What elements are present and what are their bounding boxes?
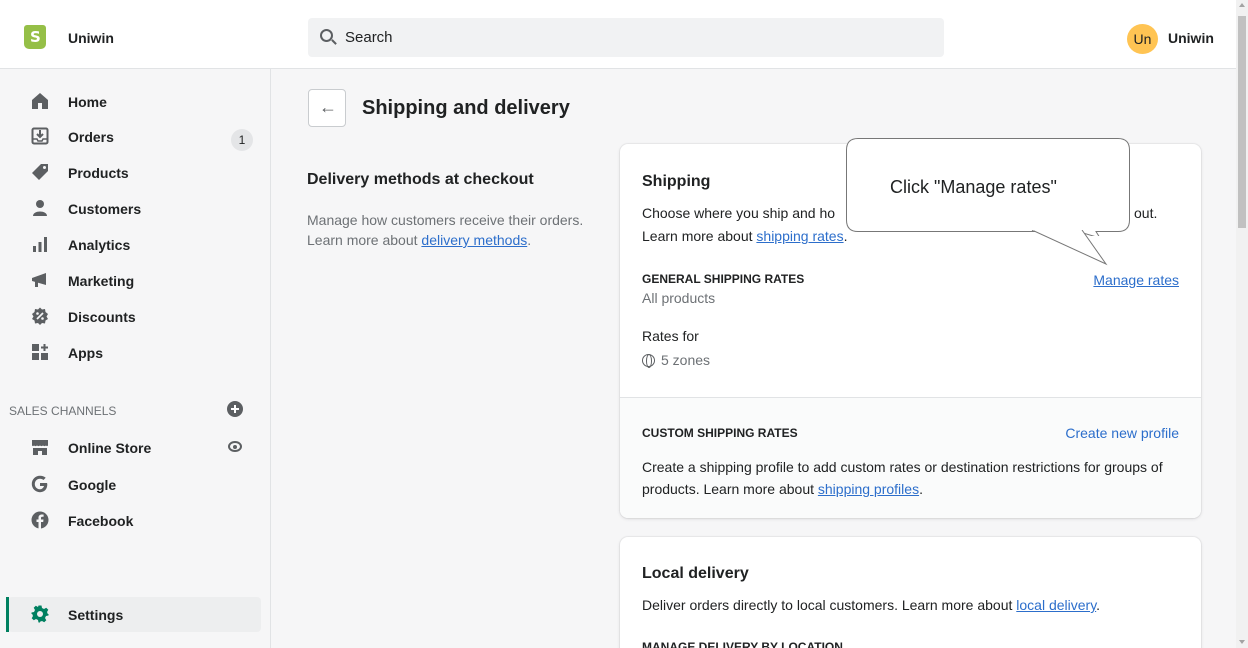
sidebar-item-label: Facebook [68,513,134,529]
sidebar-item-analytics[interactable]: Analytics [0,229,271,261]
create-new-profile-link[interactable]: Create new profile [1065,425,1179,441]
sidebar-item-home[interactable]: Home [0,86,271,118]
delivery-methods-description: Manage how customers receive their order… [307,210,587,250]
general-rates-subtitle: All products [642,290,716,306]
local-delivery-title: Local delivery [642,565,749,582]
rates-for-label: Rates for [642,328,699,344]
manage-rates-link[interactable]: Manage rates [1093,272,1179,288]
scroll-down-arrow-icon[interactable] [1239,640,1245,644]
scroll-thumb[interactable] [1238,16,1246,228]
sidebar-item-customers[interactable]: Customers [0,193,271,225]
globe-icon [642,354,655,368]
google-icon [31,475,49,493]
arrow-left-icon: ← [319,97,337,117]
sidebar-item-label: Google [68,477,117,493]
sidebar-item-settings[interactable]: Settings [6,597,261,632]
search-placeholder: Search [345,29,393,46]
callout-pointer [1031,230,1108,266]
description-text: Choose where you ship and ho [642,205,836,221]
sidebar-item-marketing[interactable]: Marketing [0,265,271,297]
description-text: Learn more about [642,228,757,244]
delivery-methods-link[interactable]: delivery methods [421,232,527,248]
general-shipping-rates-heading: GENERAL SHIPPING RATES [642,272,805,286]
gear-icon [31,605,49,623]
store-icon [31,438,49,456]
discount-icon [31,307,49,325]
custom-rates-description: Create a shipping profile to add custom … [642,456,1182,500]
bar-chart-icon [31,235,49,253]
facebook-icon [31,511,49,529]
callout-text: Click "Manage rates" [890,177,1057,197]
sidebar-item-label: Orders [68,129,114,145]
sidebar-item-label: Marketing [68,273,135,289]
sidebar-item-facebook[interactable]: Facebook [0,505,271,537]
avatar[interactable]: Un [1127,24,1158,54]
person-icon [31,199,49,217]
sidebar-item-google[interactable]: Google [0,469,271,501]
back-button[interactable]: ← [308,89,346,127]
zones-text: 5 zones [661,352,711,368]
tag-icon [31,163,49,181]
local-delivery-description: Deliver orders directly to local custome… [642,597,1100,613]
home-icon [31,92,49,110]
orders-icon [31,127,49,145]
search-icon [320,29,333,42]
description-suffix: . [919,481,923,497]
shipping-description-line2: Learn more about shipping rates. [642,228,847,244]
store-name[interactable]: Uniwin [68,30,114,46]
megaphone-icon [31,271,49,289]
search-input[interactable]: Search [308,18,944,57]
active-indicator [6,597,9,632]
sidebar-item-label: Online Store [68,440,152,456]
sales-channels-title: SALES CHANNELS [9,404,117,418]
sidebar-item-label: Discounts [68,309,136,325]
sidebar-item-products[interactable]: Products [0,157,271,189]
sidebar-item-label: Apps [68,345,103,361]
sidebar-item-label: Home [68,94,107,110]
custom-shipping-rates-heading: CUSTOM SHIPPING RATES [642,426,798,440]
orders-count-badge: 1 [231,129,253,151]
top-bar: Uniwin Search Un Uniwin [0,0,1236,69]
local-delivery-card: Local delivery Deliver orders directly t… [620,537,1201,648]
description-suffix: . [527,232,532,248]
shipping-card-title: Shipping [642,173,711,190]
add-sales-channel-plus-icon[interactable] [227,401,243,417]
sidebar-item-orders[interactable]: Orders 1 [0,121,271,153]
shipping-rates-link[interactable]: shipping rates [756,228,843,244]
description-end: out. [1134,205,1158,221]
scroll-up-arrow-icon[interactable] [1239,3,1245,7]
delivery-methods-heading: Delivery methods at checkout [307,171,534,188]
zones-count: 5 zones [642,352,710,368]
description-suffix: . [1096,597,1101,613]
shipping-description-line1: Choose where you ship and ho out. [642,205,1157,221]
sidebar: Home Orders 1 Products Customers Analyti… [0,69,271,648]
custom-shipping-rates-section: CUSTOM SHIPPING RATES Create new profile… [620,397,1201,518]
view-store-eye-icon[interactable] [228,441,242,452]
user-name[interactable]: Uniwin [1168,30,1214,46]
sidebar-item-label: Settings [68,607,124,623]
manage-delivery-by-location-heading: MANAGE DELIVERY BY LOCATION [642,640,843,648]
sidebar-item-label: Products [68,165,129,181]
shipping-profiles-link[interactable]: shipping profiles [818,481,919,497]
apps-icon [31,343,49,361]
sidebar-item-label: Analytics [68,237,131,253]
local-delivery-link[interactable]: local delivery [1016,597,1096,613]
sidebar-item-label: Customers [68,201,142,217]
page-scrollbar[interactable] [1236,0,1248,648]
shopify-logo-icon[interactable] [24,25,46,49]
sidebar-item-apps[interactable]: Apps [0,337,271,369]
page-title: Shipping and delivery [362,97,570,119]
sidebar-item-discounts[interactable]: Discounts [0,301,271,333]
description-text: Deliver orders directly to local custome… [642,597,1017,613]
